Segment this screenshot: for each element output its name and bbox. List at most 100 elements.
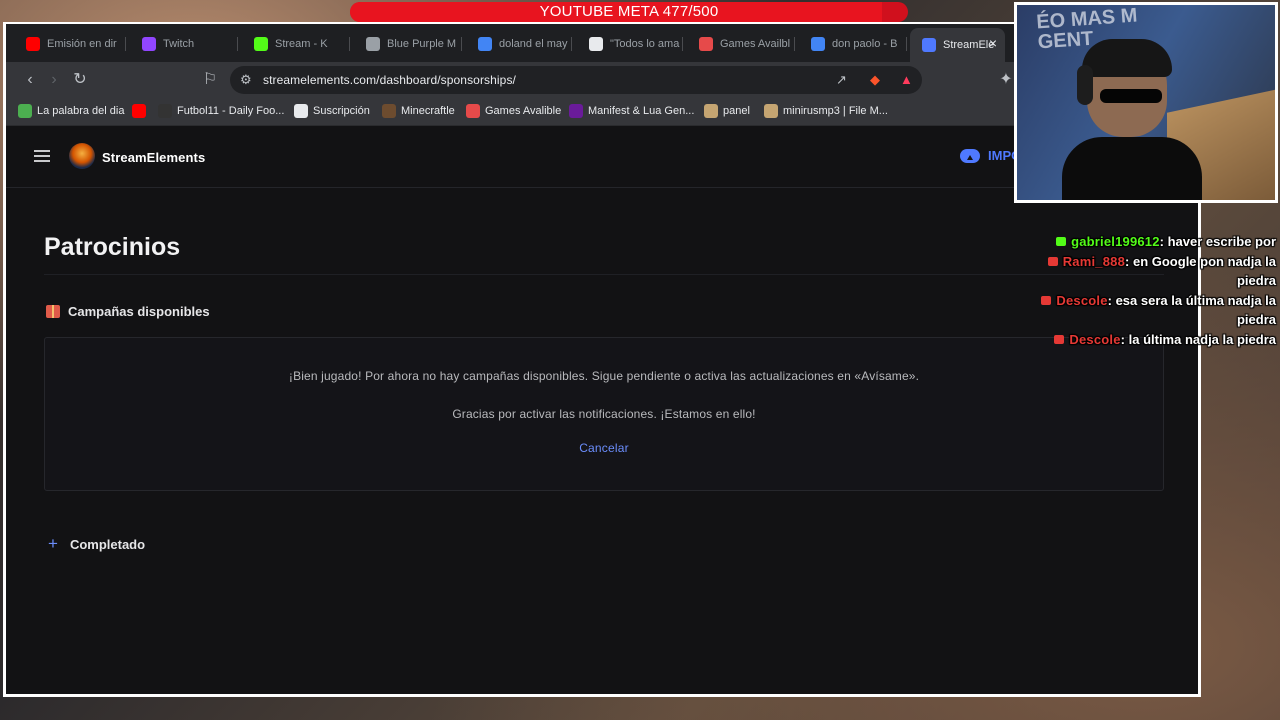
- tab-2[interactable]: Stream - K: [242, 30, 350, 58]
- bookmark-7[interactable]: panel: [704, 104, 750, 118]
- back-button[interactable]: ‹: [18, 68, 42, 92]
- chat-username: Rami_888: [1062, 253, 1126, 269]
- kick-icon: [1056, 237, 1067, 246]
- chat-message: Rami_888: en Google pon nadja la piedra: [1006, 252, 1276, 291]
- forward-button[interactable]: ›: [42, 68, 66, 92]
- bookmark-3[interactable]: Suscripción: [294, 104, 370, 118]
- bookmark-label: Minecraftle: [401, 105, 455, 117]
- folder-icon: [704, 104, 718, 118]
- close-tab-icon[interactable]: ×: [989, 35, 997, 51]
- chat-username: gabriel199612: [1071, 234, 1160, 249]
- share-icon[interactable]: ↗: [836, 72, 847, 88]
- chat-username: Descole: [1069, 331, 1121, 347]
- tab-label: doland el may: [499, 38, 568, 50]
- streamelements-logo-icon[interactable]: [69, 143, 95, 169]
- cloud-upload-icon: [960, 148, 980, 163]
- brave-rewards-icon[interactable]: ▲: [900, 72, 913, 87]
- tab-label: don paolo - B: [832, 38, 898, 50]
- available-campaigns-heading: Campañas disponibles: [46, 304, 210, 319]
- youtube-icon: [132, 104, 146, 118]
- notify-message: Gracias por activar las notificaciones. …: [452, 407, 756, 421]
- tab-label: Stream - K: [275, 38, 328, 50]
- address-bar[interactable]: ⚙ streamelements.com/dashboard/sponsorsh…: [230, 66, 922, 94]
- bookmark-2[interactable]: Futbol11 - Daily Foo...: [158, 104, 284, 118]
- brand-name[interactable]: StreamElements: [102, 150, 205, 165]
- bookmark-star-icon[interactable]: ⚐: [198, 68, 222, 92]
- chat-username: Descole: [1056, 292, 1108, 308]
- headset-icon: [1077, 65, 1093, 105]
- chat-text: : la última nadja la piedra: [1120, 331, 1276, 347]
- bookmark-label: Manifest & Lua Gen...: [588, 105, 695, 117]
- tab-label: Games Availbl: [720, 38, 791, 50]
- suscripcion-icon: [294, 104, 308, 118]
- bookmark-label: panel: [723, 105, 750, 117]
- empty-message: ¡Bien jugado! Por ahora no hay campañas …: [288, 369, 920, 383]
- tab-label: Blue Purple M: [387, 38, 457, 50]
- bookmark-8[interactable]: minirusmp3 | File M...: [764, 104, 888, 118]
- bookmark-1[interactable]: [132, 104, 151, 118]
- streamelements-icon: [922, 38, 936, 52]
- bookmark-5[interactable]: Games Avalible: [466, 104, 561, 118]
- youtube-icon: [1047, 256, 1058, 266]
- news-icon: [589, 37, 603, 51]
- tab-5[interactable]: "Todos lo ama: [577, 30, 683, 58]
- import-button[interactable]: IMPO: [960, 148, 1021, 163]
- youtube-icon: [1054, 334, 1065, 344]
- brave-shields-icon[interactable]: ◆: [870, 72, 880, 88]
- site-info-icon[interactable]: ⚙: [240, 72, 252, 88]
- bookmark-label: minirusmp3 | File M...: [783, 105, 888, 117]
- manifest-icon: [569, 104, 583, 118]
- chat-text: : esa sera la última nadja la piedra: [1107, 292, 1276, 328]
- minecraft-icon: [382, 104, 396, 118]
- futbol-icon: [158, 104, 172, 118]
- globe-icon: [366, 37, 380, 51]
- available-campaigns-label: Campañas disponibles: [68, 304, 210, 319]
- webcam-overlay: ÉO MAS M GENT: [1014, 2, 1278, 203]
- chat-text: : haver escribe por: [1159, 234, 1276, 249]
- tab-6[interactable]: Games Availbl: [687, 30, 795, 58]
- google-icon: [478, 37, 492, 51]
- google-icon: [811, 37, 825, 51]
- completed-section-toggle[interactable]: + Completado: [48, 534, 145, 554]
- palabra-icon: [18, 104, 32, 118]
- tab-3[interactable]: Blue Purple M: [354, 30, 462, 58]
- games-icon: [699, 37, 713, 51]
- chat-text: : en Google pon nadja la piedra: [1125, 253, 1276, 289]
- chat-message: gabriel199612: haver escribe por: [1006, 232, 1276, 252]
- bookmark-label: Games Avalible: [485, 105, 562, 117]
- bookmark-0[interactable]: La palabra del dia: [18, 104, 124, 118]
- tab-label: Emisión en dir: [47, 38, 117, 50]
- tab-0[interactable]: Emisión en dir: [14, 30, 126, 58]
- bookmark-label: La palabra del dia: [37, 105, 125, 117]
- divider: [44, 274, 1164, 275]
- gift-icon: [46, 305, 60, 318]
- games-icon: [466, 104, 480, 118]
- tab-7[interactable]: don paolo - B: [799, 30, 907, 58]
- donation-goal-bar: YOUTUBE META 477/500: [350, 2, 908, 22]
- menu-icon[interactable]: [34, 150, 50, 162]
- reload-button[interactable]: ↻: [68, 68, 92, 92]
- tab-4[interactable]: doland el may: [466, 30, 572, 58]
- page-title: Patrocinios: [44, 233, 181, 261]
- goal-text: YOUTUBE META 477/500: [539, 3, 719, 20]
- tab-label: StreamEle: [943, 39, 995, 51]
- tab-label: Twitch: [163, 38, 195, 50]
- tab-8[interactable]: StreamEle ×: [910, 28, 1005, 62]
- streamelements-page: StreamElements IMPO Patrocinios Campañas…: [6, 126, 1198, 694]
- streamer-figure: [1062, 39, 1202, 200]
- kick-icon: [254, 37, 268, 51]
- youtube-icon: [1041, 295, 1052, 305]
- bookmark-6[interactable]: Manifest & Lua Gen...: [569, 104, 694, 118]
- bookmark-4[interactable]: Minecraftle: [382, 104, 455, 118]
- bookmark-label: Suscripción: [313, 105, 370, 117]
- url-text: streamelements.com/dashboard/sponsorship…: [263, 73, 516, 87]
- twitch-icon: [142, 37, 156, 51]
- plus-icon: +: [48, 534, 58, 553]
- tab-label: "Todos lo ama: [610, 38, 680, 50]
- bookmark-label: Futbol11 - Daily Foo...: [177, 105, 285, 117]
- cancel-button[interactable]: Cancelar: [579, 441, 629, 455]
- campaigns-empty-card: ¡Bien jugado! Por ahora no hay campañas …: [44, 337, 1164, 491]
- tab-1[interactable]: Twitch: [130, 30, 238, 58]
- chat-message: Descole: esa sera la última nadja la pie…: [1006, 291, 1276, 330]
- folder-icon: [764, 104, 778, 118]
